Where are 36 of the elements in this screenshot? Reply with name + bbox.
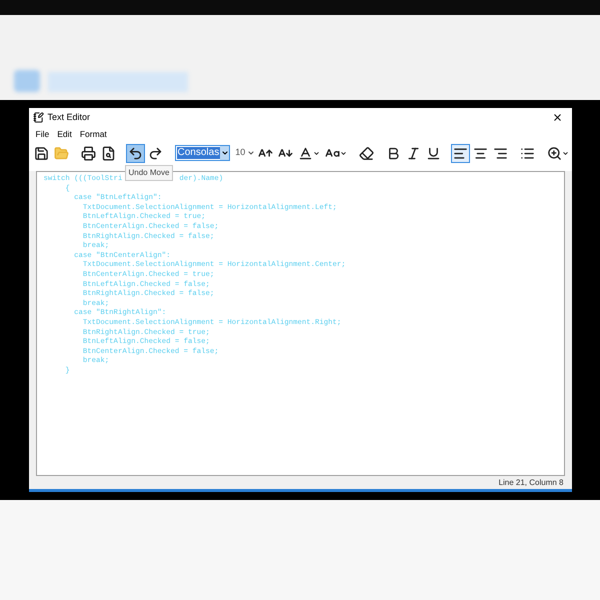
close-icon[interactable] [552,112,562,123]
font-color-icon [298,146,314,160]
folder-icon [54,146,68,160]
window-title: Text Editor [48,110,92,124]
align-right-icon [493,146,508,160]
toolbar-button[interactable] [451,144,470,162]
menu-item[interactable]: Edit [54,128,75,140]
undo-icon [128,146,142,160]
print-preview-icon [100,146,116,160]
menu-item[interactable]: Format [76,128,110,140]
eraser-icon [359,146,374,160]
caret-icon [562,150,570,156]
align-center-icon [473,146,488,160]
save-icon [34,146,48,160]
dropdown-button[interactable] [220,146,230,160]
font-name: Consolas [176,147,220,159]
app-icon [32,112,44,123]
font-size: 10 [234,146,246,160]
italic-icon [406,146,422,160]
print-icon [80,146,96,160]
bold-icon [386,146,402,160]
caret-icon [247,149,256,157]
caret-icon [340,150,348,156]
zoom-icon [547,146,562,160]
underline-icon [426,146,442,160]
font-combo-box[interactable]: Consolas [174,145,230,161]
status-text: Line 21, Column 8 [498,476,564,488]
menu-item[interactable]: File [32,128,52,140]
tooltip: Undo Move [124,165,174,181]
toolbar-button[interactable] [78,144,98,162]
redo-icon [148,146,162,160]
toolbar-button[interactable] [126,144,144,162]
caret-icon [220,149,229,157]
caret-icon [313,150,320,156]
align-left-icon [453,146,468,160]
bullet-list-icon [520,146,536,160]
